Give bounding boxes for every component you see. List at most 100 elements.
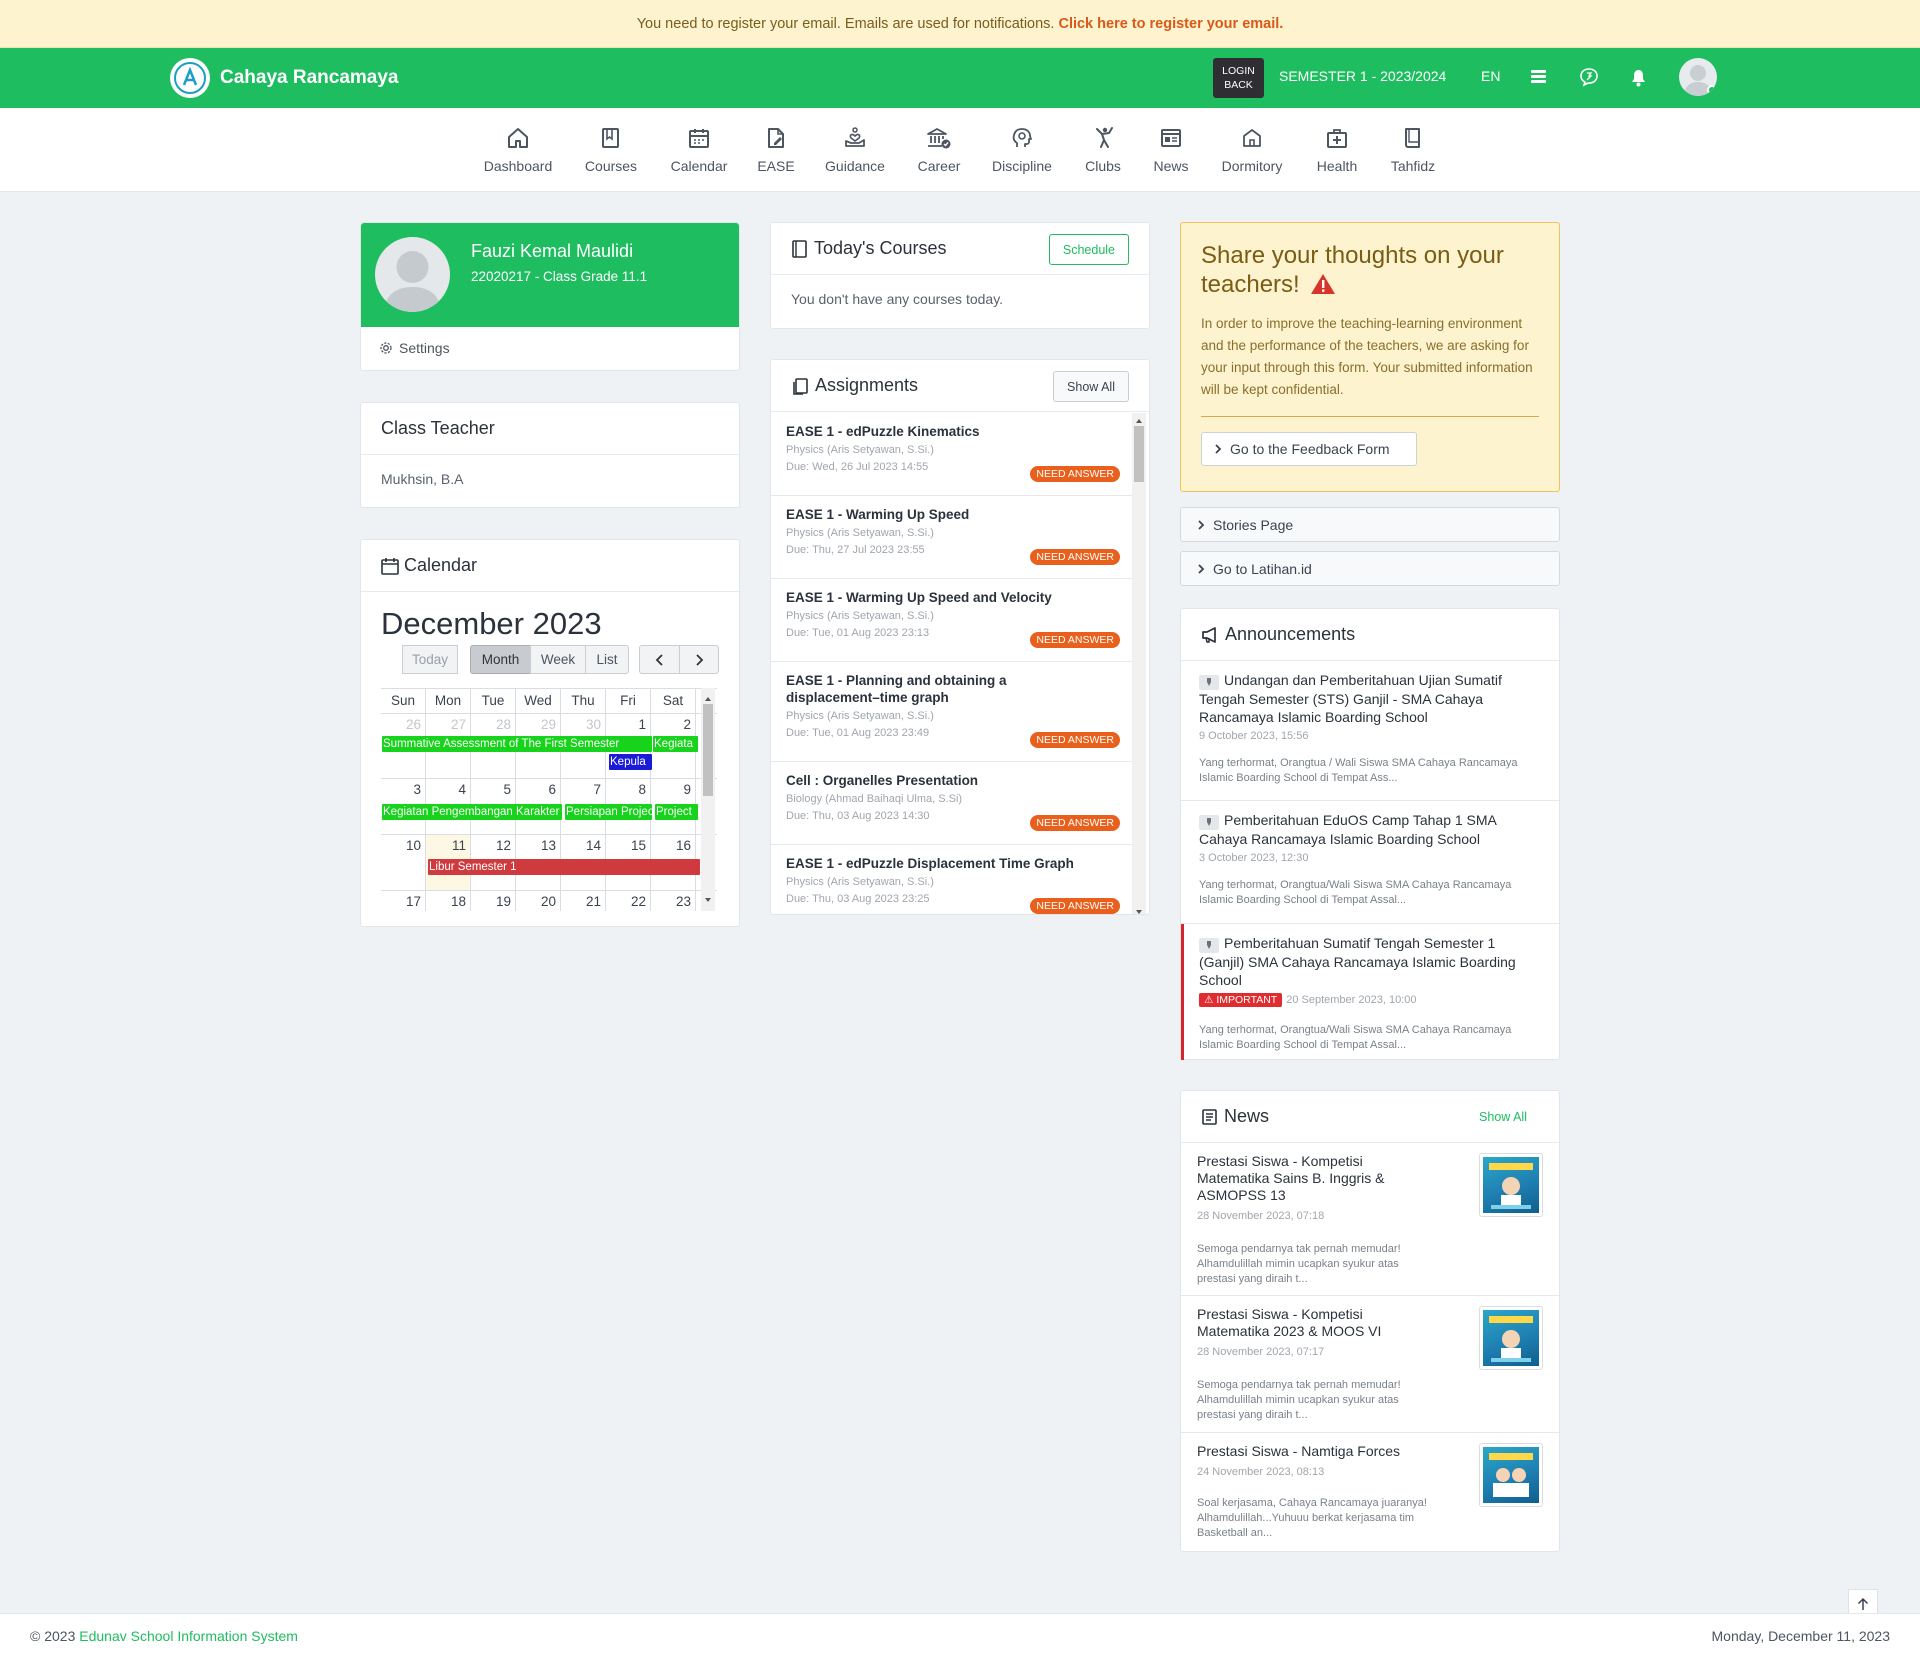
nav-guidance[interactable]: Guidance (810, 126, 900, 174)
calendar-card: Calendar December 2023 Today Month Week … (360, 539, 740, 927)
calendar-day[interactable]: 17 (381, 891, 426, 911)
arrow-up-icon (1857, 1597, 1869, 1610)
nav-news[interactable]: News (1126, 126, 1216, 174)
schedule-button[interactable]: Schedule (1048, 234, 1129, 265)
login-back-button[interactable]: LOGIN BACK (1213, 58, 1264, 98)
chevron-right-icon (1198, 563, 1205, 574)
profile-header: Fauzi Kemal Maulidi 22020217 - Class Gra… (361, 223, 739, 327)
announcement-item-important[interactable]: Pemberitahuan Sumatif Tengah Semester 1 … (1181, 924, 1559, 1060)
nav-dashboard[interactable]: Dashboard (473, 126, 563, 174)
bank-icon (927, 128, 951, 149)
bell-icon[interactable] (1630, 69, 1647, 87)
calendar-day[interactable]: 20 (516, 891, 561, 911)
news-thumbnail[interactable] (1479, 1306, 1543, 1370)
chevron-right-icon (1215, 444, 1222, 454)
edit-doc-icon (768, 128, 784, 148)
copy-doc-icon (793, 377, 808, 395)
assignment-item[interactable]: EASE 1 - Warming Up Speed and Velocity P… (771, 579, 1135, 662)
need-answer-badge: NEED ANSWER (1030, 466, 1120, 482)
stories-page-link[interactable]: Stories Page (1180, 507, 1560, 542)
nav-courses[interactable]: Courses (566, 126, 656, 174)
book-icon (602, 128, 619, 148)
assignments-card: Assignments Show All EASE 1 - edPuzzle K… (770, 359, 1150, 915)
settings-link[interactable]: Settings (361, 327, 739, 369)
main-nav: Dashboard Courses Calendar EASE Guidance… (0, 108, 1920, 192)
calendar-next-button[interactable] (679, 645, 719, 674)
calendar-day[interactable]: 22 (606, 891, 651, 911)
nav-dormitory[interactable]: Dormitory (1207, 126, 1297, 174)
calendar-prev-button[interactable] (639, 645, 680, 674)
news-header: News Show All (1181, 1091, 1559, 1143)
assignment-item[interactable]: EASE 1 - edPuzzle Kinematics Physics (Ar… (771, 413, 1135, 496)
menu-icon[interactable] (1530, 68, 1547, 85)
calendar-weekday-row: Sun Mon Tue Wed Thu Fri Sat (381, 689, 717, 714)
assignments-show-all-button[interactable]: Show All (1053, 371, 1129, 402)
calendar-event[interactable]: Kepula (609, 754, 652, 770)
calendar-event[interactable]: Summative Assessment of The First Semest… (382, 736, 652, 752)
calendar-event[interactable]: Kegiata (653, 736, 698, 752)
footer-date: Monday, December 11, 2023 (1711, 1628, 1890, 1644)
calendar-week-row: 17 18 19 20 21 22 23 (381, 891, 717, 911)
assignment-item[interactable]: EASE 1 - Warming Up Speed Physics (Aris … (771, 496, 1135, 579)
calendar-day[interactable]: 10 (381, 835, 426, 890)
news-item[interactable]: Prestasi Siswa - Namtiga Forces 24 Novem… (1181, 1433, 1559, 1552)
chat-icon[interactable] (1579, 67, 1599, 87)
pin-icon (1199, 814, 1219, 830)
footer-edunav-link[interactable]: Edunav School Information System (79, 1628, 298, 1644)
megaphone-icon (1202, 626, 1216, 643)
assignment-item[interactable]: Cell : Organelles Presentation Biology (… (771, 762, 1135, 845)
announcement-item[interactable]: Undangan dan Pemberitahuan Ujian Sumatif… (1181, 661, 1559, 801)
news-thumbnail[interactable] (1479, 1153, 1543, 1217)
announcement-item[interactable]: Pemberitahuan EduOS Camp Tahap 1 SMA Cah… (1181, 801, 1559, 924)
news-thumbnail[interactable] (1479, 1443, 1543, 1507)
assignment-item[interactable]: EASE 1 - Planning and obtaining a displa… (771, 662, 1135, 762)
calendar-list-view-button[interactable]: List (585, 645, 629, 674)
calendar-event[interactable]: Kegiatan Pengembangan Karakter (382, 804, 562, 820)
medkit-icon (1327, 129, 1347, 148)
calendar-day[interactable]: 19 (471, 891, 516, 911)
calendar-scrollbar[interactable] (701, 688, 715, 911)
calendar-day[interactable]: 18 (426, 891, 471, 911)
calendar-day[interactable]: 21 (561, 891, 606, 911)
assignment-item[interactable]: EASE 1 - edPuzzle Displacement Time Grap… (771, 845, 1135, 914)
announcements-header: Announcements (1181, 609, 1559, 661)
nav-discipline[interactable]: Discipline (977, 126, 1067, 174)
feedback-form-button[interactable]: Go to the Feedback Form (1201, 432, 1417, 466)
calendar-event[interactable]: Persiapan Project (565, 804, 652, 820)
chevron-left-icon (655, 653, 663, 666)
assignments-scrollbar[interactable] (1132, 413, 1146, 914)
calendar-day[interactable]: 23 (651, 891, 696, 911)
profile-id-class: 22020217 - Class Grade 11.1 (471, 269, 648, 284)
news-item[interactable]: Prestasi Siswa - Kompetisi Matematika Sa… (1181, 1143, 1559, 1296)
nav-ease[interactable]: EASE (731, 126, 821, 174)
calendar-icon (689, 129, 709, 148)
newspaper-icon (1202, 1108, 1217, 1125)
brand[interactable]: Cahaya Rancamaya (170, 58, 399, 98)
warning-icon (1311, 274, 1336, 294)
user-avatar[interactable] (1679, 58, 1717, 96)
semester-selector[interactable]: SEMESTER 1 - 2023/2024 (1279, 68, 1446, 84)
need-answer-badge: NEED ANSWER (1030, 815, 1120, 831)
calendar-month-view-button[interactable]: Month (470, 645, 531, 674)
language-selector[interactable]: EN (1481, 68, 1500, 84)
top-navbar: Cahaya Rancamaya LOGIN BACK SEMESTER 1 -… (0, 48, 1920, 108)
email-notice-text: You need to register your email. Emails … (636, 15, 1055, 32)
calendar-event[interactable]: Project (655, 804, 698, 820)
calendar-week-view-button[interactable]: Week (530, 645, 586, 674)
news-show-all-link[interactable]: Show All (1479, 1110, 1527, 1124)
footer-copyright: © 2023 (30, 1628, 76, 1644)
register-email-link[interactable]: Click here to register your email. (1058, 16, 1283, 32)
latihan-link[interactable]: Go to Latihan.id (1180, 551, 1560, 586)
calendar-event[interactable]: Libur Semester 1 (428, 859, 700, 875)
book-icon (792, 239, 807, 258)
nav-career[interactable]: Career (894, 126, 984, 174)
nav-tahfidz[interactable]: Tahfidz (1368, 126, 1458, 174)
news-item[interactable]: Prestasi Siswa - Kompetisi Matematika 20… (1181, 1296, 1559, 1433)
class-teacher-title: Class Teacher (361, 403, 739, 455)
calendar-today-button[interactable]: Today (402, 645, 458, 674)
assignments-header: Assignments Show All (771, 360, 1149, 412)
need-answer-badge: NEED ANSWER (1030, 732, 1120, 748)
feedback-title: Share your thoughts on your teachers! (1201, 242, 1504, 298)
calendar-week-row: 3 4 5 6 7 8 9 Kegiatan Pengembangan Kara… (381, 779, 717, 835)
calendar-icon (381, 557, 399, 575)
